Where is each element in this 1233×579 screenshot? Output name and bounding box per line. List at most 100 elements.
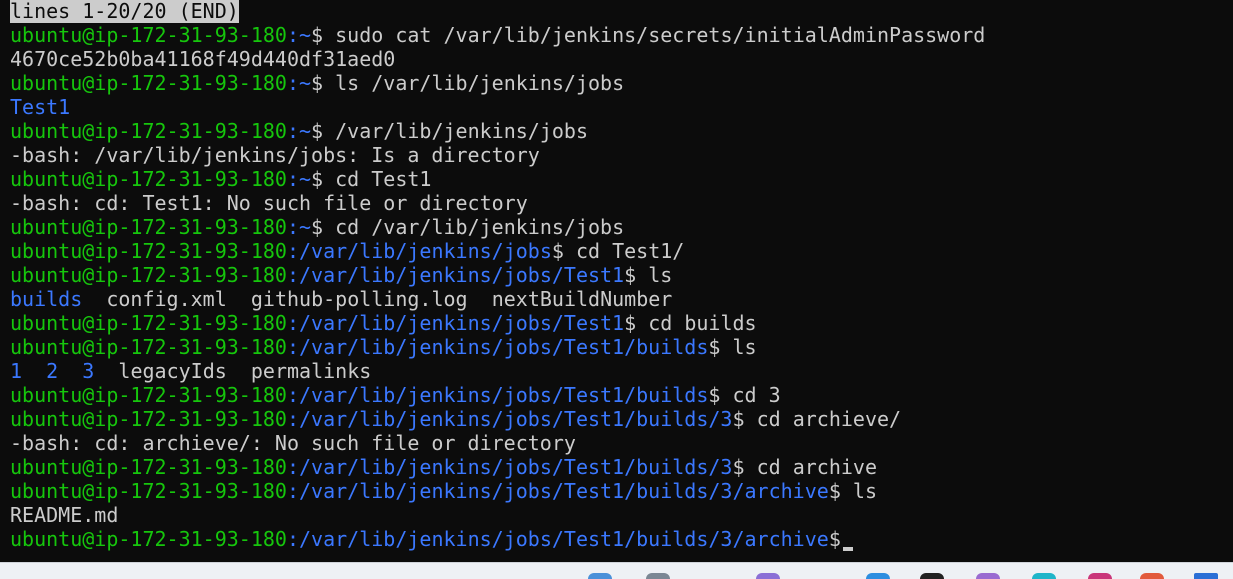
prompt-path: :/var/lib/jenkins/jobs/Test1/builds <box>286 335 709 359</box>
taskbar-app-icon[interactable] <box>866 573 890 579</box>
prompt-path: :~ <box>286 167 312 191</box>
output-line: -bash: /var/lib/jenkins/jobs: Is a direc… <box>10 143 985 167</box>
listing-separator <box>468 287 492 311</box>
listing-separator <box>82 287 106 311</box>
listing-dir-entry: Test1 <box>10 95 71 119</box>
prompt-path: :/var/lib/jenkins/jobs/Test1/builds/3/ar… <box>286 479 829 503</box>
prompt-symbol: $ <box>311 167 324 191</box>
prompt-path: :~ <box>286 23 312 47</box>
taskbar-app-icon[interactable] <box>1032 573 1056 579</box>
listing-separator <box>94 359 118 383</box>
taskbar <box>0 562 1233 579</box>
listing-separator <box>227 359 251 383</box>
prompt-symbol: $ <box>311 71 324 95</box>
prompt-path: :~ <box>286 119 312 143</box>
output-line: -bash: cd: archieve/: No such file or di… <box>10 431 985 455</box>
directory-listing: Test1 <box>10 95 985 119</box>
prompt-path: :/var/lib/jenkins/jobs/Test1 <box>286 311 625 335</box>
listing-dir-entry: builds <box>10 287 83 311</box>
prompt-path: :/var/lib/jenkins/jobs/Test1 <box>286 263 625 287</box>
directory-listing: builds config.xml github-polling.log nex… <box>10 287 985 311</box>
prompt-line: ubuntu@ip-172-31-93-180:/var/lib/jenkins… <box>10 407 985 431</box>
command-text: cd Test1/ <box>563 239 685 263</box>
prompt-line: ubuntu@ip-172-31-93-180:/var/lib/jenkins… <box>10 527 985 551</box>
prompt-line: ubuntu@ip-172-31-93-180:~$ sudo cat /var… <box>10 23 985 47</box>
prompt-symbol: $ <box>828 527 841 551</box>
pager-status: lines 1-20/20 (END) <box>10 0 239 23</box>
prompt-symbol: $ <box>708 383 721 407</box>
prompt-symbol: $ <box>624 263 637 287</box>
prompt-line: ubuntu@ip-172-31-93-180:~$ cd /var/lib/j… <box>10 215 985 239</box>
listing-dir-entry: 2 <box>46 359 59 383</box>
listing-file-entry: nextBuildNumber <box>491 287 673 311</box>
listing-file-entry: config.xml <box>106 287 227 311</box>
prompt-path: :/var/lib/jenkins/jobs/Test1/builds <box>286 383 709 407</box>
prompt-symbol: $ <box>551 239 564 263</box>
taskbar-app-icon[interactable] <box>1140 573 1164 579</box>
taskbar-app-icon[interactable] <box>920 573 944 579</box>
terminal-window[interactable]: lines 1-20/20 (END) ubuntu@ip-172-31-93-… <box>0 0 1233 562</box>
output-text: -bash: cd: archieve/: No such file or di… <box>10 431 576 455</box>
prompt-user-host: ubuntu@ip-172-31-93-180 <box>10 215 287 239</box>
prompt-user-host: ubuntu@ip-172-31-93-180 <box>10 119 287 143</box>
listing-dir-entry: 3 <box>82 359 95 383</box>
prompt-path: :/var/lib/jenkins/jobs <box>286 239 552 263</box>
directory-listing: 1 2 3 legacyIds permalinks <box>10 359 985 383</box>
prompt-user-host: ubuntu@ip-172-31-93-180 <box>10 383 287 407</box>
prompt-symbol: $ <box>732 455 745 479</box>
listing-separator <box>227 287 251 311</box>
prompt-user-host: ubuntu@ip-172-31-93-180 <box>10 23 287 47</box>
prompt-line: ubuntu@ip-172-31-93-180:/var/lib/jenkins… <box>10 263 985 287</box>
prompt-line: ubuntu@ip-172-31-93-180:/var/lib/jenkins… <box>10 311 985 335</box>
text-cursor <box>842 547 853 551</box>
taskbar-app-icon[interactable] <box>646 573 670 579</box>
taskbar-app-icon[interactable] <box>976 573 1000 579</box>
command-text: cd 3 <box>720 383 781 407</box>
prompt-line: ubuntu@ip-172-31-93-180:/var/lib/jenkins… <box>10 383 985 407</box>
command-text: cd Test1 <box>323 167 432 191</box>
command-text: /var/lib/jenkins/jobs <box>323 119 588 143</box>
prompt-line: ubuntu@ip-172-31-93-180:~$ cd Test1 <box>10 167 985 191</box>
prompt-path: :/var/lib/jenkins/jobs/Test1/builds/3 <box>286 455 733 479</box>
prompt-line: ubuntu@ip-172-31-93-180:/var/lib/jenkins… <box>10 239 985 263</box>
prompt-symbol: $ <box>311 215 324 239</box>
prompt-user-host: ubuntu@ip-172-31-93-180 <box>10 71 287 95</box>
prompt-symbol: $ <box>624 311 637 335</box>
output-text: 4670ce52b0ba41168f49d440df31aed0 <box>10 47 396 71</box>
prompt-symbol: $ <box>708 335 721 359</box>
taskbar-app-icon[interactable] <box>588 573 612 579</box>
output-text: README.md <box>10 503 119 527</box>
command-text: ls <box>720 335 757 359</box>
pager-status-line: lines 1-20/20 (END) <box>10 0 985 23</box>
taskbar-app-icon[interactable] <box>756 573 780 579</box>
taskbar-app-icon[interactable] <box>1194 573 1218 579</box>
prompt-user-host: ubuntu@ip-172-31-93-180 <box>10 455 287 479</box>
output-text: -bash: /var/lib/jenkins/jobs: Is a direc… <box>10 143 540 167</box>
output-line: -bash: cd: Test1: No such file or direct… <box>10 191 985 215</box>
prompt-path: :/var/lib/jenkins/jobs/Test1/builds/3 <box>286 407 733 431</box>
prompt-line: ubuntu@ip-172-31-93-180:/var/lib/jenkins… <box>10 335 985 359</box>
prompt-path: :/var/lib/jenkins/jobs/Test1/builds/3/ar… <box>286 527 829 551</box>
command-text: cd builds <box>636 311 757 335</box>
command-text: ls /var/lib/jenkins/jobs <box>323 71 625 95</box>
prompt-symbol: $ <box>311 119 324 143</box>
output-text: -bash: cd: Test1: No such file or direct… <box>10 191 528 215</box>
taskbar-app-icon[interactable] <box>1088 573 1112 579</box>
prompt-line: ubuntu@ip-172-31-93-180:/var/lib/jenkins… <box>10 479 985 503</box>
command-text: cd archieve/ <box>744 407 902 431</box>
command-text: ls <box>840 479 877 503</box>
prompt-path: :~ <box>286 215 312 239</box>
prompt-line: ubuntu@ip-172-31-93-180:/var/lib/jenkins… <box>10 455 985 479</box>
prompt-user-host: ubuntu@ip-172-31-93-180 <box>10 311 287 335</box>
listing-file-entry: legacyIds <box>118 359 227 383</box>
output-line: 4670ce52b0ba41168f49d440df31aed0 <box>10 47 985 71</box>
listing-file-entry: github-polling.log <box>250 287 468 311</box>
prompt-path: :~ <box>286 71 312 95</box>
prompt-user-host: ubuntu@ip-172-31-93-180 <box>10 335 287 359</box>
prompt-symbol: $ <box>828 479 841 503</box>
prompt-symbol: $ <box>311 23 324 47</box>
listing-file-entry: permalinks <box>250 359 372 383</box>
command-text: ls <box>636 263 673 287</box>
prompt-line: ubuntu@ip-172-31-93-180:~$ ls /var/lib/j… <box>10 71 985 95</box>
prompt-user-host: ubuntu@ip-172-31-93-180 <box>10 239 287 263</box>
